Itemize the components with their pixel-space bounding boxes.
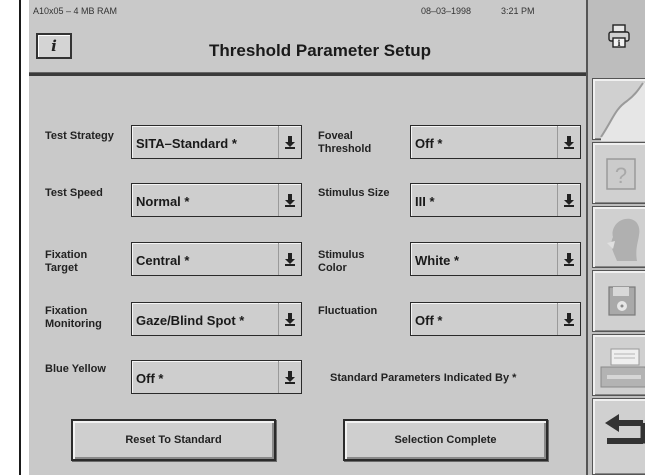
dropdown-arrow-icon: [285, 253, 295, 266]
svg-text:?: ?: [615, 163, 627, 188]
printer-icon[interactable]: i: [608, 24, 630, 48]
patient-button[interactable]: [592, 206, 645, 268]
dropdown-separator: [278, 361, 279, 393]
help-icon: ?: [606, 158, 636, 190]
stimulus-size-dropdown[interactable]: III *: [410, 183, 581, 217]
fixation-monitoring-value: Gaze/Blind Spot *: [136, 313, 245, 328]
test-speed-label: Test Speed: [45, 187, 103, 199]
dropdown-arrow-icon: [285, 371, 295, 384]
blue-yellow-value: Off *: [136, 371, 164, 386]
dropdown-separator: [557, 184, 558, 216]
info-button[interactable]: i: [36, 33, 72, 59]
patient-icon: [607, 218, 640, 261]
page-title: Threshold Parameter Setup: [209, 41, 432, 60]
foveal-threshold-value: Off *: [415, 136, 443, 151]
blue-yellow-dropdown[interactable]: Off *: [131, 360, 302, 394]
fluctuation-label: Fluctuation: [318, 305, 378, 317]
fixation-target-label: Fixation Target: [45, 249, 88, 274]
return-button[interactable]: [592, 398, 645, 475]
fluctuation-value: Off *: [415, 313, 443, 328]
application-window: A10x05 – 4 MB RAM 08–03–1998 3:21 PM i T…: [29, 0, 645, 475]
dropdown-separator: [278, 126, 279, 158]
return-icon: [605, 414, 645, 444]
standard-parameters-note: Standard Parameters Indicated By *: [330, 372, 517, 384]
stimulus-color-label: Stimulus Color: [318, 249, 365, 274]
parameter-form: Test Strategy SITA–Standard * Test Speed…: [29, 77, 586, 475]
test-speed-value: Normal *: [136, 194, 190, 209]
save-disk-button[interactable]: [592, 270, 645, 332]
selection-complete-button[interactable]: Selection Complete: [343, 419, 548, 461]
foveal-threshold-dropdown[interactable]: Off *: [410, 125, 581, 159]
dropdown-arrow-icon: [285, 136, 295, 149]
dropdown-arrow-icon: [564, 194, 574, 207]
field-plot-icon: [600, 82, 645, 141]
dropdown-arrow-icon: [564, 136, 574, 149]
test-strategy-label: Test Strategy: [45, 130, 114, 142]
fixation-monitoring-dropdown[interactable]: Gaze/Blind Spot *: [131, 302, 302, 336]
print-button[interactable]: [592, 334, 645, 396]
test-strategy-dropdown[interactable]: SITA–Standard *: [131, 125, 302, 159]
stimulus-size-label: Stimulus Size: [318, 187, 390, 199]
dropdown-arrow-icon: [564, 313, 574, 326]
blue-yellow-label: Blue Yellow: [45, 363, 106, 375]
left-border-line: [19, 0, 21, 475]
test-strategy-value: SITA–Standard *: [136, 136, 237, 151]
dropdown-separator: [278, 243, 279, 275]
disk-icon: [608, 286, 636, 316]
date-display: 08–03–1998: [421, 6, 472, 16]
stimulus-color-dropdown[interactable]: White *: [410, 242, 581, 276]
fixation-target-value: Central *: [136, 253, 190, 268]
stimulus-size-value: III *: [415, 194, 435, 209]
printer-icon: [600, 348, 645, 388]
dropdown-separator: [557, 243, 558, 275]
field-plot-button[interactable]: [592, 78, 645, 141]
dropdown-separator: [557, 126, 558, 158]
stimulus-color-value: White *: [415, 253, 460, 268]
test-speed-dropdown[interactable]: Normal *: [131, 183, 302, 217]
help-button[interactable]: ?: [592, 142, 645, 204]
dropdown-separator: [278, 184, 279, 216]
fluctuation-dropdown[interactable]: Off *: [410, 302, 581, 336]
svg-text:i: i: [617, 38, 620, 48]
fixation-target-dropdown[interactable]: Central *: [131, 242, 302, 276]
dropdown-arrow-icon: [564, 253, 574, 266]
header-bar: A10x05 – 4 MB RAM 08–03–1998 3:21 PM i T…: [29, 0, 586, 72]
system-info: A10x05 – 4 MB RAM: [33, 6, 118, 16]
dropdown-separator: [278, 303, 279, 335]
header-divider: [29, 72, 586, 76]
side-toolbar: i ?: [586, 0, 645, 475]
dropdown-arrow-icon: [285, 313, 295, 326]
foveal-threshold-label: Foveal Threshold: [318, 130, 372, 155]
dropdown-arrow-icon: [285, 194, 295, 207]
dropdown-separator: [557, 303, 558, 335]
time-display: 3:21 PM: [501, 6, 535, 16]
reset-to-standard-button[interactable]: Reset To Standard: [71, 419, 276, 461]
fixation-monitoring-label: Fixation Monitoring: [45, 305, 102, 330]
info-icon: i: [51, 37, 57, 55]
